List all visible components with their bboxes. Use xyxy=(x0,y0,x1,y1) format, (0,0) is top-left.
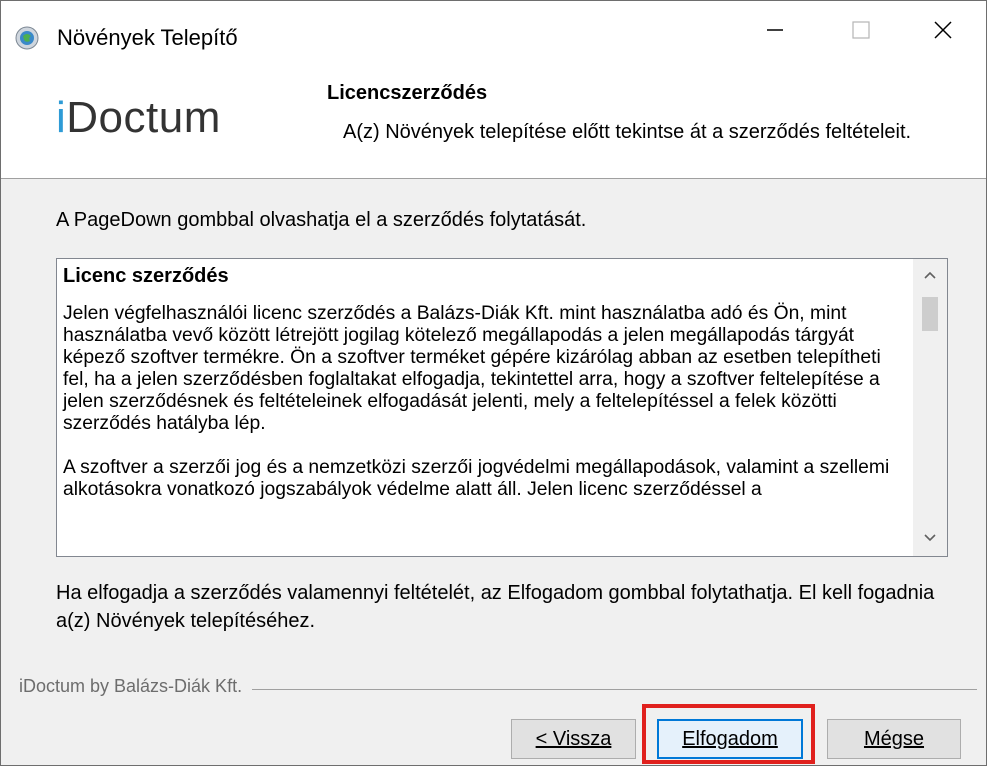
minimize-button[interactable] xyxy=(732,1,818,63)
scroll-down-button[interactable] xyxy=(913,522,947,556)
installer-window: Növények Telepítő iDoctum Licencszerződé… xyxy=(0,0,987,766)
close-button[interactable] xyxy=(900,1,986,63)
footer-branding: iDoctum by Balázs-Diák Kft. xyxy=(19,676,253,697)
brand-logo-i: i xyxy=(56,93,67,142)
pagedown-instruction: A PageDown gombbal olvashatja el a szerz… xyxy=(56,209,587,231)
brand-logo: iDoctum xyxy=(56,93,221,143)
accept-instruction: Ha elfogadja a szerződés valamennyi felt… xyxy=(56,582,935,632)
brand-logo-rest: Doctum xyxy=(66,93,221,142)
title-bar: Növények Telepítő xyxy=(1,1,986,63)
back-button[interactable]: < Vissza xyxy=(511,719,636,759)
wizard-header: iDoctum Licencszerződés A(z) Növények te… xyxy=(1,63,986,179)
maximize-icon xyxy=(851,20,871,45)
accept-button[interactable]: Elfogadom xyxy=(657,719,803,759)
installer-globe-icon xyxy=(15,26,39,50)
window-title: Növények Telepítő xyxy=(57,25,238,50)
scroll-thumb[interactable] xyxy=(922,297,938,331)
cancel-button[interactable]: Mégse xyxy=(827,719,961,759)
license-text-box[interactable]: Licenc szerződés Jelen végfelhasználói l… xyxy=(56,258,948,557)
license-paragraph-1: Jelen végfelhasználói licenc szerződés a… xyxy=(63,303,881,434)
chevron-up-icon xyxy=(923,267,937,285)
page-subtitle: A(z) Növények telepítése előtt tekintse … xyxy=(343,121,912,143)
license-heading: Licenc szerződés xyxy=(63,265,229,287)
maximize-button[interactable] xyxy=(818,1,904,63)
scroll-up-button[interactable] xyxy=(913,259,947,293)
license-paragraph-2: A szoftver a szerzői jog és a nemzetközi… xyxy=(63,457,890,500)
close-icon xyxy=(933,20,953,45)
page-title: Licencszerződés xyxy=(327,82,488,104)
license-content: Licenc szerződés Jelen végfelhasználói l… xyxy=(63,265,911,523)
chevron-down-icon xyxy=(923,530,937,548)
minimize-icon xyxy=(765,20,785,45)
license-scrollbar[interactable] xyxy=(913,259,947,556)
